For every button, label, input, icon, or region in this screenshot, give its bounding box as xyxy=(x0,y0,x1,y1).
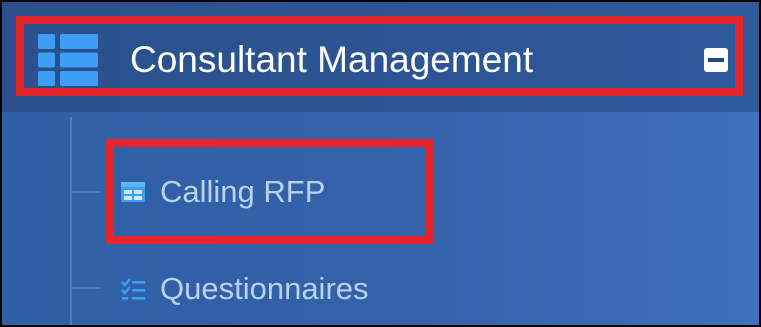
checklist-icon xyxy=(121,278,145,300)
item-highlight-box xyxy=(106,139,433,244)
sidebar: Consultant Management Calling RFP Questi… xyxy=(2,2,759,325)
sidebar-item-questionnaires[interactable]: Questionnaires xyxy=(120,267,369,311)
tree-branch-questionnaires xyxy=(72,287,100,289)
tree-branch-calling-rfp xyxy=(72,191,100,193)
header-highlight-box xyxy=(16,16,743,96)
tree-connector-line xyxy=(70,117,72,325)
sidebar-item-label: Questionnaires xyxy=(160,271,369,306)
